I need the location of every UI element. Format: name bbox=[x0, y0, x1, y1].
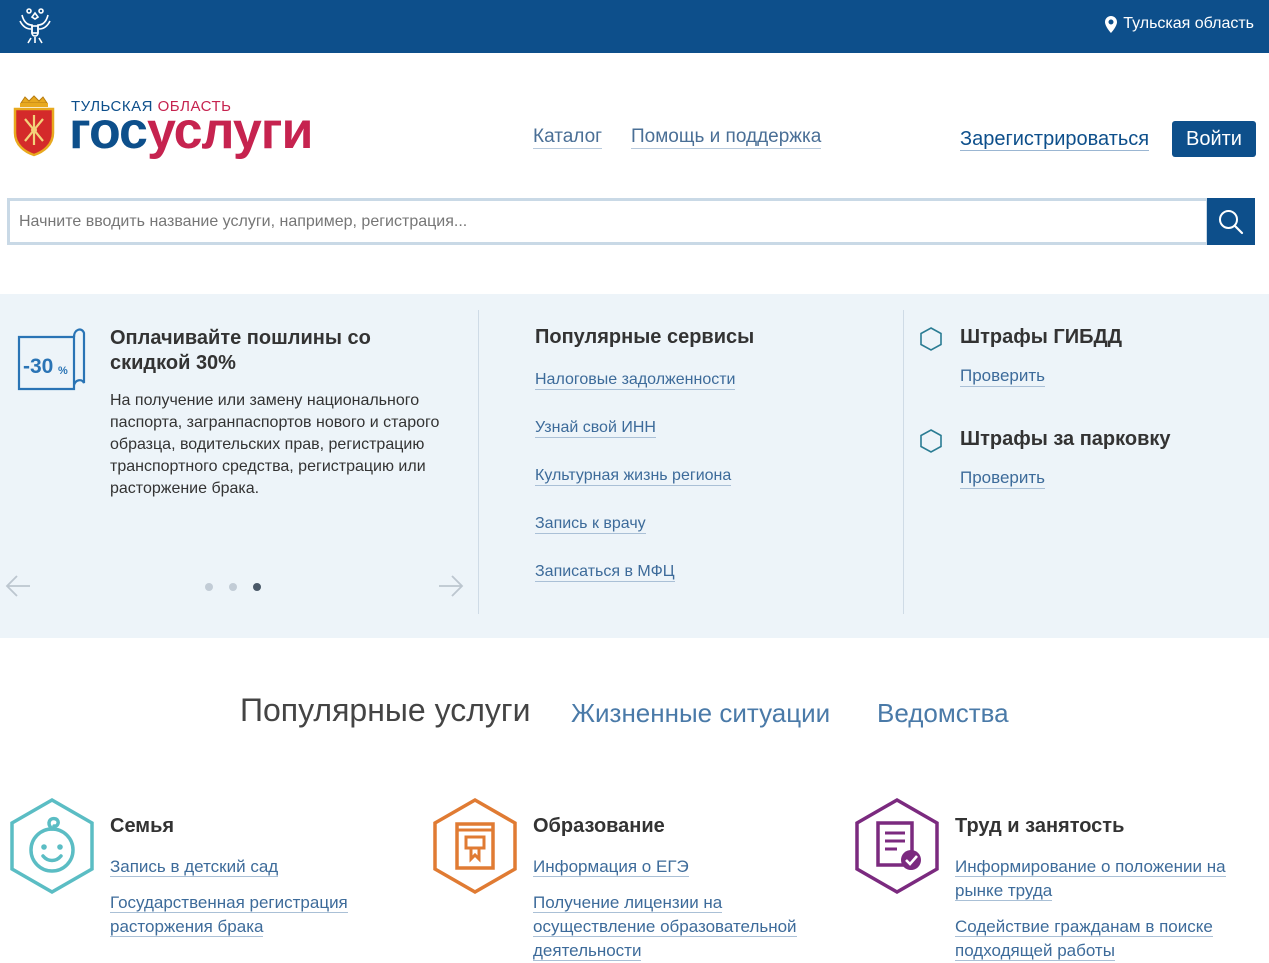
promo-title: Оплачивайте пошлины со скидкой 30% bbox=[110, 327, 371, 374]
slider-dots bbox=[205, 583, 261, 591]
promo-text: На получение или замену национального па… bbox=[110, 392, 440, 497]
slider-dot[interactable] bbox=[229, 583, 237, 591]
search-button[interactable] bbox=[1207, 198, 1255, 245]
search-input[interactable] bbox=[10, 201, 1206, 242]
service-link[interactable]: Запись в детский сад bbox=[110, 855, 400, 879]
service-link[interactable]: Информация о ЕГЭ bbox=[533, 855, 823, 879]
category-title: Труд и занятость bbox=[955, 815, 1125, 837]
fine-gibdd-check-link[interactable]: Проверить bbox=[960, 366, 1046, 387]
tab-popular-services[interactable]: Популярные услуги bbox=[240, 692, 530, 729]
arrow-left-icon[interactable] bbox=[5, 572, 33, 600]
service-link[interactable]: Содействие гражданам в поиске подходящей… bbox=[955, 915, 1245, 963]
panel-divider bbox=[478, 310, 479, 614]
slider-dot[interactable] bbox=[205, 583, 213, 591]
search-box bbox=[7, 198, 1209, 245]
login-button[interactable]: Войти bbox=[1172, 121, 1256, 157]
book-icon[interactable] bbox=[429, 797, 521, 895]
tab-life-situations[interactable]: Жизненные ситуации bbox=[571, 698, 830, 729]
hexagon-icon bbox=[920, 327, 942, 351]
popular-services-list: Налоговые задолженности Узнай свой ИНН К… bbox=[535, 371, 736, 611]
tula-crest-icon bbox=[13, 95, 55, 157]
coat-of-arms-icon[interactable] bbox=[14, 5, 56, 47]
arrow-right-icon[interactable] bbox=[436, 572, 464, 600]
region-selector[interactable]: Тульская область bbox=[1105, 15, 1254, 33]
slider-dot-active[interactable] bbox=[253, 583, 261, 591]
service-link[interactable]: Государственная регистрация расторжения … bbox=[110, 891, 400, 939]
discount-scroll-icon: -30 % bbox=[17, 328, 86, 391]
baby-icon[interactable] bbox=[6, 797, 98, 895]
hexagon-icon bbox=[920, 429, 942, 453]
service-link[interactable]: Получение лицензии на осуществление обра… bbox=[533, 891, 823, 963]
category-links: Запись в детский сад Государственная рег… bbox=[110, 855, 400, 951]
popular-services-title: Популярные сервисы bbox=[535, 326, 755, 348]
document-check-icon[interactable] bbox=[851, 797, 943, 895]
fine-parking-check-link[interactable]: Проверить bbox=[960, 468, 1046, 489]
nav-help-link[interactable]: Помощь и поддержка bbox=[631, 126, 822, 149]
service-link-inn[interactable]: Узнай свой ИНН bbox=[535, 419, 735, 467]
fine-parking-title: Штрафы за парковку bbox=[960, 428, 1171, 450]
nav-catalog-link[interactable]: Каталог bbox=[533, 126, 603, 149]
category-links: Информирование о положении на рынке труд… bbox=[955, 855, 1245, 963]
service-link-taxes[interactable]: Налоговые задолженности bbox=[535, 371, 736, 419]
category-title: Образование bbox=[533, 815, 665, 837]
tab-departments[interactable]: Ведомства bbox=[877, 698, 1009, 729]
top-bar: Тульская область bbox=[0, 0, 1269, 53]
panel-divider bbox=[903, 310, 904, 614]
search-icon bbox=[1219, 209, 1244, 234]
service-link-mfc[interactable]: Записаться в МФЦ bbox=[535, 563, 735, 611]
svg-text:%: % bbox=[58, 365, 68, 377]
location-pin-icon bbox=[1105, 15, 1118, 33]
service-link-culture[interactable]: Культурная жизнь региона bbox=[535, 467, 735, 515]
fine-gibdd-title: Штрафы ГИБДД bbox=[960, 326, 1122, 348]
service-link[interactable]: Информирование о положении на рынке труд… bbox=[955, 855, 1245, 903]
region-label: Тульская область bbox=[1123, 15, 1254, 32]
svg-text:-30: -30 bbox=[23, 355, 53, 378]
logo-brand-text: госуслуги bbox=[69, 102, 313, 160]
register-link[interactable]: Зарегистрироваться bbox=[960, 128, 1150, 151]
category-links: Информация о ЕГЭ Получение лицензии на о… bbox=[533, 855, 823, 963]
service-link-doctor[interactable]: Запись к врачу bbox=[535, 515, 735, 563]
category-title: Семья bbox=[110, 815, 175, 837]
gosuslugi-logo[interactable]: ТУЛЬСКАЯ ОБЛАСТЬ госуслуги bbox=[11, 95, 331, 165]
